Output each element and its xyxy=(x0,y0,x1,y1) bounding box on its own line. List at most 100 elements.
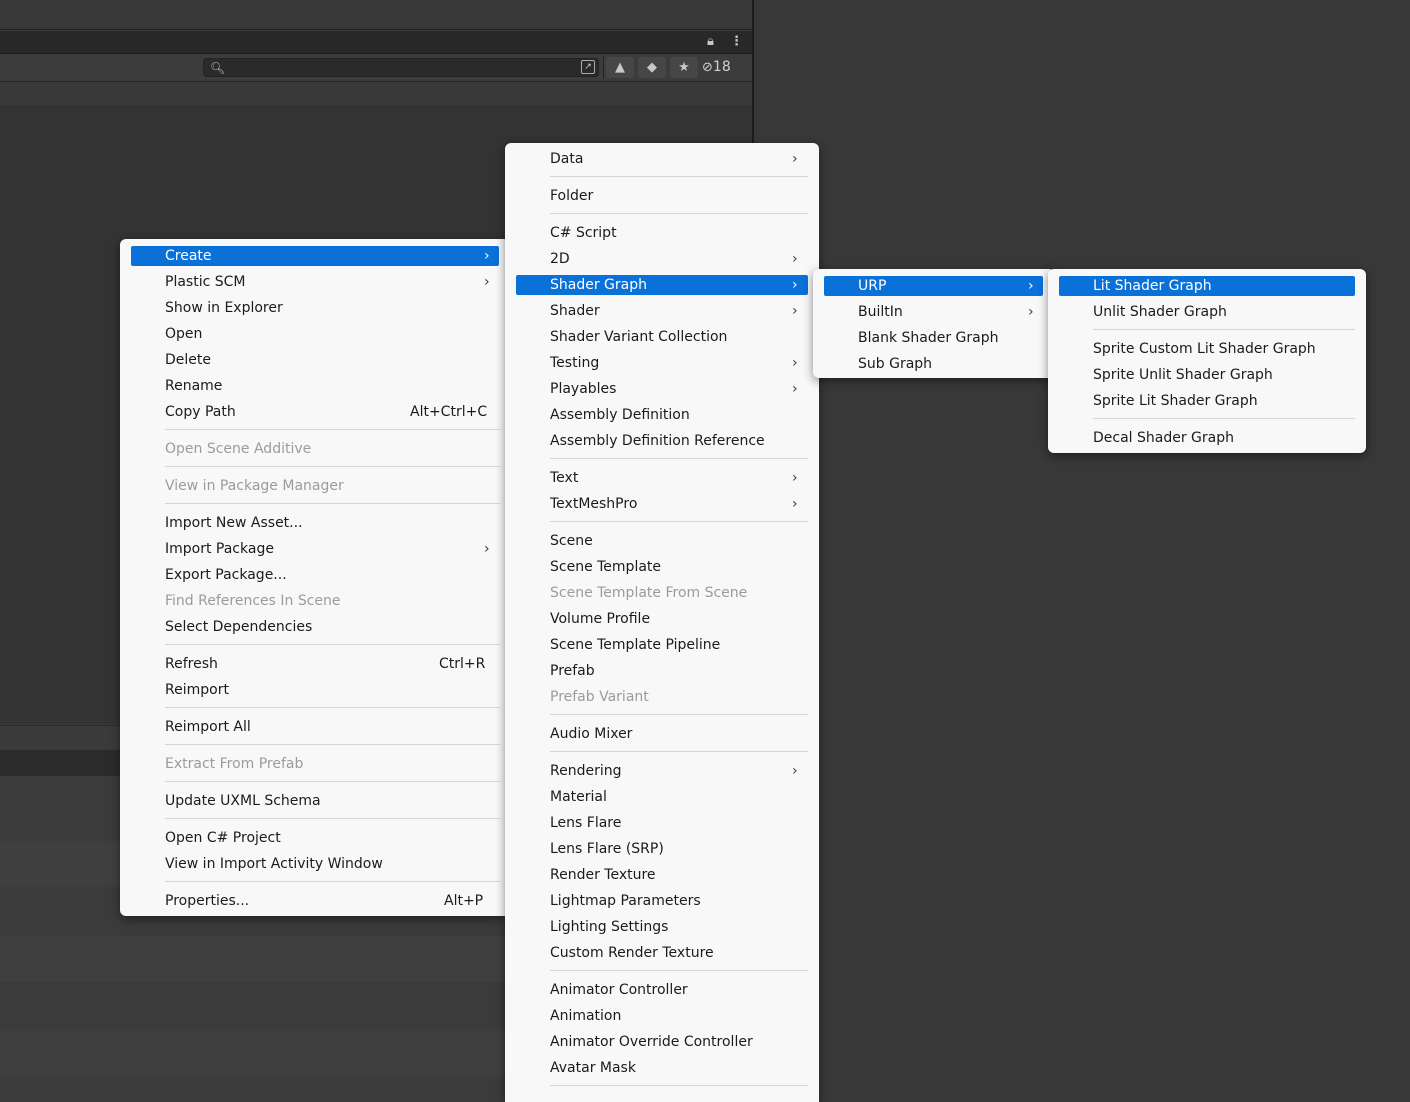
menu-item-label: Export Package... xyxy=(165,567,287,583)
menu-item-import-new-asset[interactable]: Import New Asset... xyxy=(131,513,499,533)
menu-item-show-in-explorer[interactable]: Show in Explorer xyxy=(131,298,499,318)
menu-item-volume-profile[interactable]: Volume Profile xyxy=(516,609,808,629)
menu-item-scene[interactable]: Scene xyxy=(516,531,808,551)
menu-item-refresh[interactable]: Refresh Ctrl+R xyxy=(131,654,499,674)
menu-item-rename[interactable]: Rename xyxy=(131,376,499,396)
menu-item-view-in-package-manager: View in Package Manager xyxy=(131,476,499,496)
menu-item-label: Scene Template From Scene xyxy=(550,585,748,601)
menu-item-material[interactable]: Material xyxy=(516,787,808,807)
menu-item-lens-flare[interactable]: Lens Flare xyxy=(516,813,808,833)
menu-item-create[interactable]: Create › xyxy=(131,246,499,266)
chevron-right-icon: › xyxy=(792,277,798,293)
menu-item-reimport[interactable]: Reimport xyxy=(131,680,499,700)
menu-item-audio-mixer[interactable]: Audio Mixer xyxy=(516,724,808,744)
menu-item-custom-render-texture[interactable]: Custom Render Texture xyxy=(516,943,808,963)
menu-item-label: Copy Path xyxy=(165,404,236,420)
menu-item-animation[interactable]: Animation xyxy=(516,1006,808,1026)
menu-item-sprite-lit-shader-graph[interactable]: Sprite Lit Shader Graph xyxy=(1059,391,1355,411)
menu-item-2d[interactable]: 2D › xyxy=(516,249,808,269)
menu-item-avatar-mask[interactable]: Avatar Mask xyxy=(516,1058,808,1078)
menu-item-lightmap-parameters[interactable]: Lightmap Parameters xyxy=(516,891,808,911)
menu-item-assembly-definition[interactable]: Assembly Definition xyxy=(516,405,808,425)
menu-item-text[interactable]: Text › xyxy=(516,468,808,488)
search-field[interactable]: 🔍︎ ↗ xyxy=(203,58,599,78)
menu-item-label: Volume Profile xyxy=(550,611,651,627)
menu-item-unlit-shader-graph[interactable]: Unlit Shader Graph xyxy=(1059,302,1355,322)
filter-by-label-button[interactable]: ◆ xyxy=(638,57,666,78)
menu-item-label: Custom Render Texture xyxy=(550,945,714,961)
menu-item-open-scene-additive: Open Scene Additive xyxy=(131,439,499,459)
hidden-packages-toggle[interactable]: ⊘18 xyxy=(702,57,750,78)
menu-item-properties[interactable]: Properties... Alt+P xyxy=(131,891,499,911)
menu-item-playables[interactable]: Playables › xyxy=(516,379,808,399)
menu-item-plastic-scm[interactable]: Plastic SCM › xyxy=(131,272,499,292)
search-input[interactable] xyxy=(226,59,580,78)
menu-item-label: C# Script xyxy=(550,225,617,241)
menu-item-decal-shader-graph[interactable]: Decal Shader Graph xyxy=(1059,428,1355,448)
menu-separator xyxy=(165,781,500,782)
menu-item-builtin[interactable]: BuiltIn › xyxy=(824,302,1043,322)
tab-bar: 🔒︎ ⋮ xyxy=(0,31,752,54)
menu-item-copy-path[interactable]: Copy Path Alt+Ctrl+C xyxy=(131,402,499,422)
menu-item-label: Delete xyxy=(165,352,211,368)
menu-item-label: Find References In Scene xyxy=(165,593,341,609)
menu-item-animator-controller[interactable]: Animator Controller xyxy=(516,980,808,1000)
menu-item-animator-override-controller[interactable]: Animator Override Controller xyxy=(516,1032,808,1052)
menu-item-testing[interactable]: Testing › xyxy=(516,353,808,373)
menu-separator xyxy=(1093,329,1355,330)
kebab-menu-icon[interactable]: ⋮ xyxy=(730,34,743,50)
chevron-right-icon: › xyxy=(792,496,798,512)
menu-item-select-dependencies[interactable]: Select Dependencies xyxy=(131,617,499,637)
menu-separator xyxy=(550,1085,808,1086)
menu-item-sub-graph[interactable]: Sub Graph xyxy=(824,354,1043,374)
menu-item-lit-shader-graph[interactable]: Lit Shader Graph xyxy=(1059,276,1355,296)
menu-item-label: Rename xyxy=(165,378,223,394)
menu-separator xyxy=(165,466,500,467)
filter-by-type-icon: ▲ xyxy=(615,60,625,75)
menu-item-label: Extract From Prefab xyxy=(165,756,304,772)
menu-item-scene-template-pipeline[interactable]: Scene Template Pipeline xyxy=(516,635,808,655)
menu-item-update-uxml-schema[interactable]: Update UXML Schema xyxy=(131,791,499,811)
menu-item-blank-shader-graph[interactable]: Blank Shader Graph xyxy=(824,328,1043,348)
menu-item-csharp-script[interactable]: C# Script xyxy=(516,223,808,243)
chevron-right-icon: › xyxy=(792,303,798,319)
menu-item-view-in-import-activity-window[interactable]: View in Import Activity Window xyxy=(131,854,499,874)
filter-by-type-button[interactable]: ▲ xyxy=(606,57,634,78)
menu-item-label: Lit Shader Graph xyxy=(1093,278,1212,294)
menu-item-shader[interactable]: Shader › xyxy=(516,301,808,321)
lock-icon[interactable]: 🔒︎ xyxy=(707,34,714,50)
menu-item-textmeshpro[interactable]: TextMeshPro › xyxy=(516,494,808,514)
menu-item-label: Lens Flare (SRP) xyxy=(550,841,664,857)
menu-item-prefab[interactable]: Prefab xyxy=(516,661,808,681)
menu-item-lens-flare-srp[interactable]: Lens Flare (SRP) xyxy=(516,839,808,859)
menu-item-shader-variant-collection[interactable]: Shader Variant Collection xyxy=(516,327,808,347)
chevron-right-icon: › xyxy=(1028,304,1034,320)
menu-item-sprite-unlit-shader-graph[interactable]: Sprite Unlit Shader Graph xyxy=(1059,365,1355,385)
menu-item-open[interactable]: Open xyxy=(131,324,499,344)
menu-item-delete[interactable]: Delete xyxy=(131,350,499,370)
menu-item-sprite-custom-lit-shader-graph[interactable]: Sprite Custom Lit Shader Graph xyxy=(1059,339,1355,359)
menu-item-label: Update UXML Schema xyxy=(165,793,321,809)
menu-item-export-package[interactable]: Export Package... xyxy=(131,565,499,585)
menu-item-reimport-all[interactable]: Reimport All xyxy=(131,717,499,737)
menu-separator xyxy=(165,744,500,745)
menu-separator xyxy=(165,818,500,819)
menu-item-folder[interactable]: Folder xyxy=(516,186,808,206)
menu-item-rendering[interactable]: Rendering › xyxy=(516,761,808,781)
breadcrumb xyxy=(0,82,752,107)
favorites-button[interactable]: ★ xyxy=(670,57,698,78)
search-mode-icon[interactable]: ↗ xyxy=(581,60,595,74)
menu-separator xyxy=(165,429,500,430)
menu-item-assembly-definition-reference[interactable]: Assembly Definition Reference xyxy=(516,431,808,451)
menu-item-render-texture[interactable]: Render Texture xyxy=(516,865,808,885)
menu-item-urp[interactable]: URP › xyxy=(824,276,1043,296)
menu-item-data[interactable]: Data › xyxy=(516,149,808,169)
menu-item-lighting-settings[interactable]: Lighting Settings xyxy=(516,917,808,937)
menu-item-scene-template[interactable]: Scene Template xyxy=(516,557,808,577)
menu-item-shader-graph[interactable]: Shader Graph › xyxy=(516,275,808,295)
menu-item-label: Scene xyxy=(550,533,593,549)
menu-item-label: Create xyxy=(165,248,212,264)
menu-item-extract-from-prefab: Extract From Prefab xyxy=(131,754,499,774)
menu-item-open-csharp-project[interactable]: Open C# Project xyxy=(131,828,499,848)
menu-item-import-package[interactable]: Import Package › xyxy=(131,539,499,559)
